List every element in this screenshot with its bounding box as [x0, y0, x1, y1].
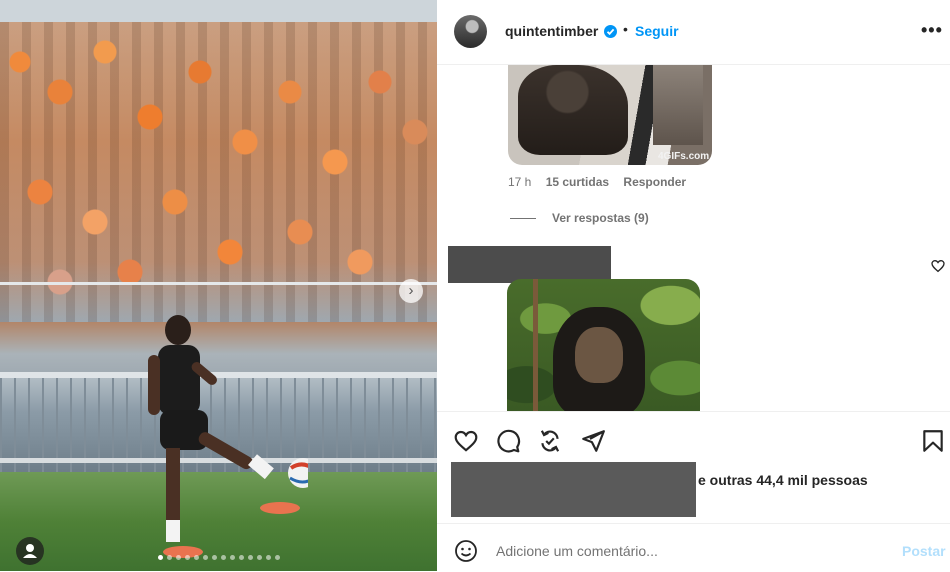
- comment-composer: Postar: [437, 523, 950, 572]
- post-header: quintentimber • Seguir •••: [437, 0, 950, 65]
- comment-time[interactable]: 17 h: [508, 175, 531, 189]
- reply-button[interactable]: Responder: [623, 175, 686, 189]
- action-bar: [437, 411, 950, 464]
- redacted-username: [448, 246, 611, 283]
- carousel-next-button[interactable]: ›: [399, 279, 423, 303]
- avatar[interactable]: [454, 15, 487, 48]
- redacted-likers: [451, 462, 696, 517]
- chimp-gif: [507, 279, 700, 411]
- comments-list[interactable]: 4GIFs.com 17 h 15 curtidas Responder Ver…: [437, 65, 950, 411]
- gif-watermark: 4GIFs.com: [658, 151, 710, 162]
- bookmark-icon[interactable]: [920, 428, 946, 454]
- carousel-indicator: [0, 555, 437, 560]
- stand-rail: [0, 282, 437, 285]
- verified-icon: [604, 25, 617, 38]
- carousel-dot: [211, 555, 217, 560]
- comment-gif: 4GIFs.com: [508, 65, 712, 165]
- send-icon[interactable]: [580, 428, 606, 454]
- carousel-dot: [238, 555, 244, 560]
- post-comment-button[interactable]: Postar: [902, 543, 946, 559]
- view-replies-label: Ver respostas (9): [552, 211, 649, 225]
- share-icon[interactable]: [537, 428, 563, 454]
- username-link[interactable]: quintentimber: [505, 23, 598, 39]
- more-options-icon[interactable]: •••: [921, 20, 943, 41]
- post-image[interactable]: ›: [0, 0, 437, 571]
- comment-likes[interactable]: 15 curtidas: [546, 175, 609, 189]
- carousel-dot: [274, 555, 280, 560]
- comment-like-icon[interactable]: [930, 258, 946, 274]
- carousel-dot: [247, 555, 253, 560]
- carousel-dot: [229, 555, 235, 560]
- comment-icon[interactable]: [495, 428, 521, 454]
- gorilla-figure: [518, 65, 628, 155]
- emoji-icon[interactable]: [454, 539, 478, 563]
- player-figure: [148, 315, 308, 558]
- carousel-dot: [175, 555, 181, 560]
- carousel-dot: [256, 555, 262, 560]
- comment-meta: 17 h 15 curtidas Responder: [508, 175, 697, 189]
- post-detail-pane: quintentimber • Seguir ••• 4GIFs.com 17 …: [437, 0, 950, 571]
- gif-branch: [533, 279, 538, 411]
- carousel-dot: [202, 555, 208, 560]
- carousel-dot: [265, 555, 271, 560]
- replies-divider: [510, 218, 536, 220]
- carousel-dot: [193, 555, 199, 560]
- carousel-dot: [220, 555, 226, 560]
- crowd-stands: [0, 22, 437, 322]
- follow-button[interactable]: Seguir: [635, 23, 679, 39]
- carousel-dot: [184, 555, 190, 560]
- header-separator: •: [623, 21, 628, 37]
- heart-icon[interactable]: [453, 428, 479, 454]
- carousel-dot: [157, 555, 163, 560]
- gif-background-figure: [653, 65, 703, 145]
- carousel-dot: [166, 555, 172, 560]
- chimp-face: [575, 327, 623, 383]
- sky-area: [0, 0, 437, 22]
- likes-summary[interactable]: e outras 44,4 mil pessoas: [698, 472, 868, 488]
- comment-input[interactable]: [496, 539, 876, 563]
- view-replies-button[interactable]: Ver respostas (9): [510, 211, 649, 225]
- user-tag-icon[interactable]: [16, 537, 44, 565]
